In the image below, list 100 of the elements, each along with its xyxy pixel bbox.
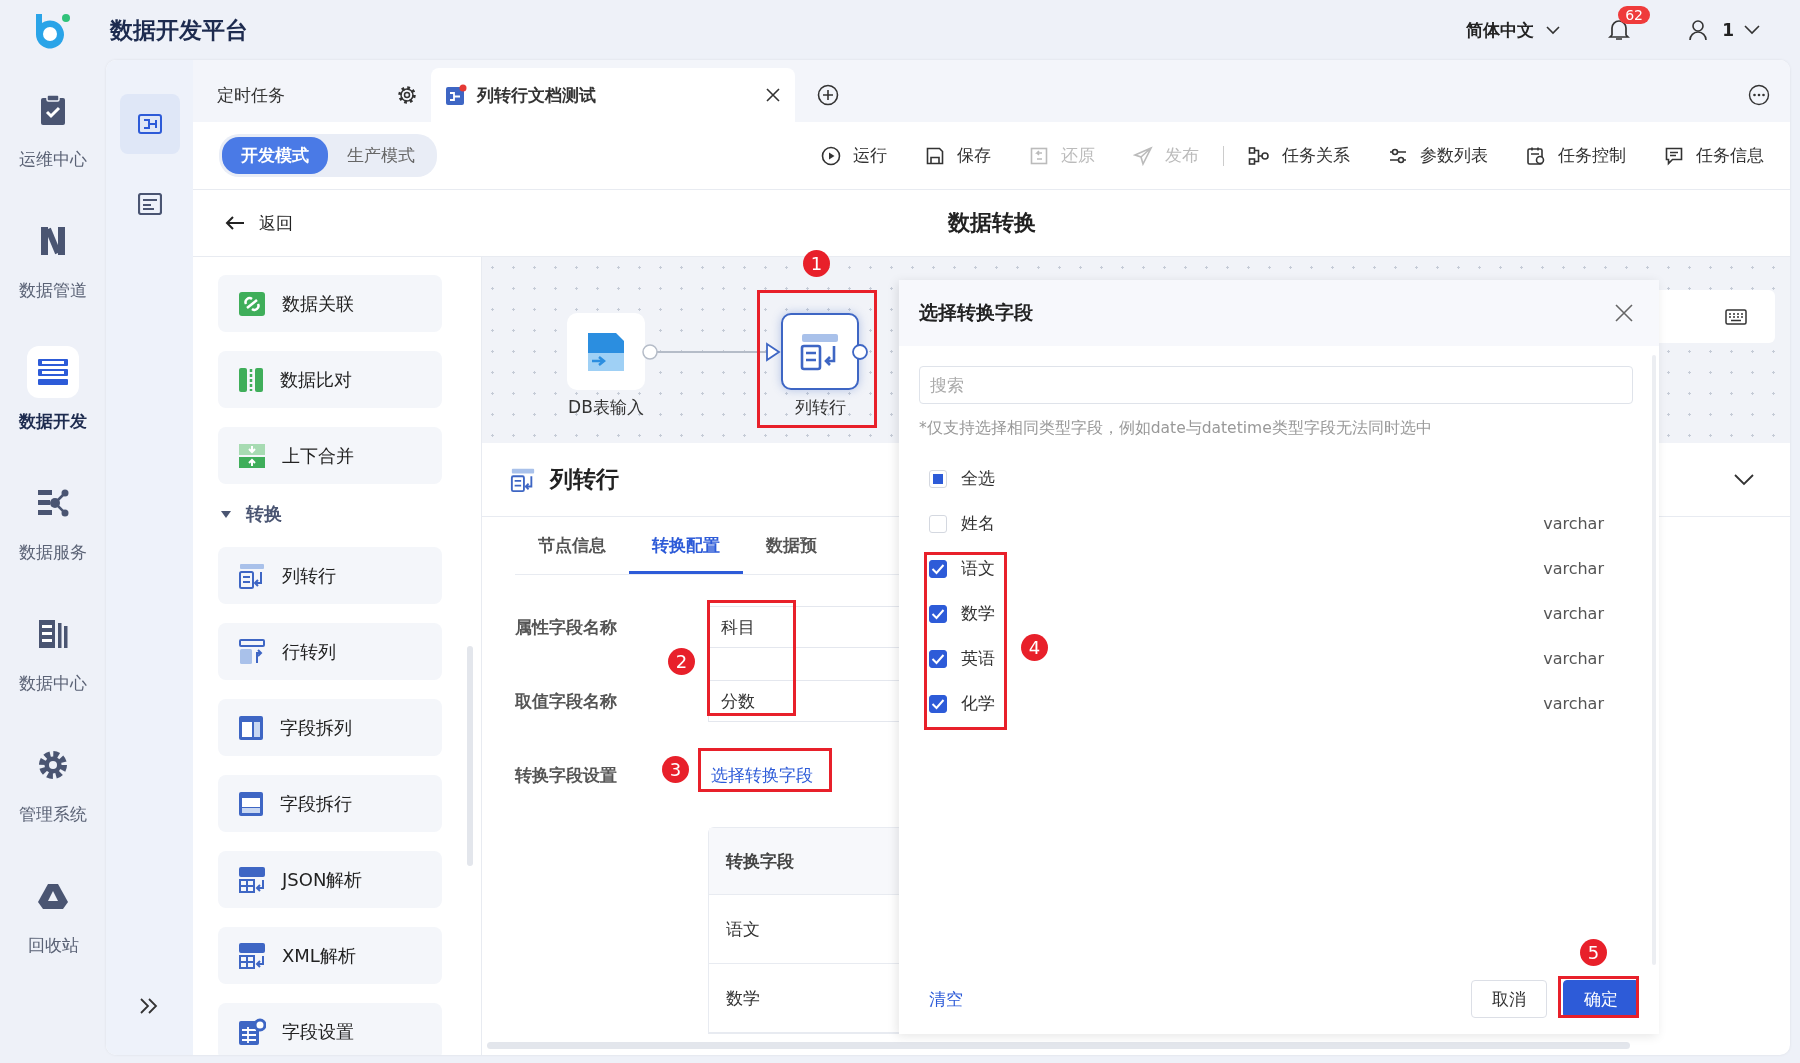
user-menu[interactable]: 1 bbox=[1722, 20, 1760, 40]
node-label: 列转行 bbox=[794, 396, 846, 419]
page-title: 数据转换 bbox=[947, 209, 1036, 237]
checkbox[interactable] bbox=[929, 559, 947, 578]
toolbar-button[interactable]: 任务信息 bbox=[1664, 144, 1764, 167]
chevron-down-icon bbox=[1744, 25, 1760, 35]
message-icon bbox=[1664, 145, 1684, 166]
component-item[interactable]: 字段设置 bbox=[218, 1003, 442, 1055]
send-icon bbox=[1133, 145, 1153, 166]
language-selector[interactable]: 简体中文 bbox=[1466, 18, 1561, 42]
component-item[interactable]: 行转列 bbox=[218, 623, 442, 680]
sidebar-tab[interactable] bbox=[119, 94, 180, 154]
relation-icon bbox=[1248, 145, 1270, 166]
confirm-button[interactable]: 确定 bbox=[1563, 980, 1639, 1018]
nav-item[interactable]: 回收站 bbox=[27, 934, 79, 957]
component-item[interactable]: 数据关联 bbox=[218, 275, 442, 332]
expand-icon[interactable] bbox=[139, 997, 159, 1015]
flow-node[interactable] bbox=[781, 313, 859, 390]
field-label: 取值字段名称 bbox=[515, 689, 617, 713]
checkbox[interactable] bbox=[929, 694, 947, 713]
tab[interactable]: 转换配置 bbox=[629, 517, 743, 574]
hint-text: *仅支持选择相同类型字段，例如date与datetime类型字段无法同时选中 bbox=[919, 418, 1433, 439]
toolbar-button[interactable]: 保存 bbox=[925, 144, 991, 167]
clear-link[interactable]: 清空 bbox=[929, 987, 963, 1011]
checkbox-label: 英语 bbox=[961, 647, 995, 670]
arrow-left-icon bbox=[225, 215, 245, 231]
pipeline-icon bbox=[39, 225, 67, 257]
checkbox-label: 语文 bbox=[961, 557, 995, 580]
back-button[interactable]: 返回 bbox=[225, 211, 293, 235]
field-type: varchar bbox=[1543, 694, 1604, 713]
component-item[interactable]: JSON解析 bbox=[218, 851, 442, 908]
mode-toggle[interactable]: 开发模式 bbox=[222, 137, 328, 174]
select-fields-link[interactable]: 选择转换字段 bbox=[708, 763, 813, 787]
chevron-down-icon[interactable] bbox=[1734, 473, 1754, 486]
checkbox[interactable] bbox=[929, 604, 947, 623]
toolbar-button[interactable]: 参数列表 bbox=[1388, 144, 1488, 167]
checkbox-label: 数学 bbox=[961, 602, 995, 625]
component-item[interactable]: 数据比对 bbox=[218, 351, 442, 408]
settings-icon[interactable] bbox=[397, 85, 417, 105]
panel-title: 列转行 bbox=[550, 465, 619, 494]
nav-item[interactable]: 数据开发 bbox=[19, 410, 87, 433]
search-field[interactable]: 搜索 bbox=[919, 366, 1633, 404]
user-icon[interactable] bbox=[1688, 19, 1709, 41]
nav-item[interactable]: 运维中心 bbox=[19, 148, 87, 171]
toolbar-button[interactable]: 运行 bbox=[821, 144, 887, 167]
nav-item[interactable]: 数据服务 bbox=[19, 541, 87, 564]
close-icon[interactable] bbox=[1614, 303, 1634, 323]
tab[interactable]: 定时任务 bbox=[193, 68, 431, 122]
network-icon bbox=[37, 488, 69, 518]
checkbox-label: 全选 bbox=[961, 467, 995, 490]
mode-toggle[interactable]: 生产模式 bbox=[328, 137, 434, 174]
table-arrow-icon bbox=[238, 562, 266, 589]
save-icon bbox=[925, 145, 945, 166]
bell-icon[interactable] bbox=[1608, 18, 1631, 42]
flow-node[interactable] bbox=[567, 313, 645, 390]
toolbar-button[interactable]: 任务控制 bbox=[1526, 144, 1626, 167]
component-item[interactable]: 上下合并 bbox=[218, 427, 442, 484]
toolbar-button[interactable]: 任务关系 bbox=[1248, 144, 1350, 167]
port-icon[interactable] bbox=[851, 343, 869, 361]
nav-item[interactable]: 管理系统 bbox=[19, 803, 87, 826]
split-column-icon bbox=[238, 714, 264, 741]
input-field[interactable]: 分数 bbox=[708, 680, 899, 722]
checkbox-label: 姓名 bbox=[961, 512, 995, 535]
table-arrow-icon bbox=[799, 332, 841, 371]
component-item[interactable]: 字段拆列 bbox=[218, 699, 442, 756]
triangle-icon bbox=[37, 882, 69, 910]
field-type: varchar bbox=[1543, 559, 1604, 578]
nav-item[interactable]: 数据管道 bbox=[19, 279, 87, 302]
add-icon[interactable] bbox=[817, 84, 839, 106]
scrollbar[interactable] bbox=[467, 646, 473, 866]
node-label: DB表输入 bbox=[568, 396, 644, 419]
caret-icon[interactable] bbox=[220, 509, 232, 519]
nav-item[interactable]: 数据中心 bbox=[19, 672, 87, 695]
flow-doc-icon bbox=[445, 84, 467, 106]
grid-arrow-icon bbox=[238, 941, 266, 970]
grid-arrow-icon bbox=[238, 865, 266, 894]
close-icon[interactable] bbox=[765, 87, 781, 103]
tab[interactable]: 节点信息 bbox=[515, 517, 629, 574]
component-item[interactable]: 列转行 bbox=[218, 547, 442, 604]
scrollbar[interactable] bbox=[487, 1042, 1630, 1049]
server-stack-icon bbox=[37, 358, 69, 386]
table-arrow-icon bbox=[238, 638, 266, 665]
component-item[interactable]: 字段拆行 bbox=[218, 775, 442, 832]
settings-icon bbox=[38, 750, 68, 780]
section-heading: 转换 bbox=[246, 502, 282, 526]
list-edit-icon bbox=[137, 193, 162, 215]
link-icon bbox=[238, 290, 266, 317]
chevron-down-icon bbox=[1546, 25, 1561, 35]
database-icon bbox=[586, 330, 626, 373]
column-header: 转换字段 bbox=[709, 828, 900, 895]
keyboard-icon[interactable] bbox=[1725, 308, 1747, 325]
table-arrow-icon bbox=[510, 466, 536, 493]
columns-icon bbox=[238, 366, 264, 393]
tab[interactable]: 列转行文档测试 bbox=[431, 68, 795, 122]
cancel-button[interactable]: 取消 bbox=[1471, 980, 1547, 1018]
field-label: 转换字段设置 bbox=[515, 763, 617, 787]
component-item[interactable]: XML解析 bbox=[218, 927, 442, 984]
more-icon[interactable] bbox=[1748, 84, 1770, 106]
tab[interactable]: 数据预 bbox=[743, 517, 840, 574]
checkbox[interactable] bbox=[929, 649, 947, 668]
